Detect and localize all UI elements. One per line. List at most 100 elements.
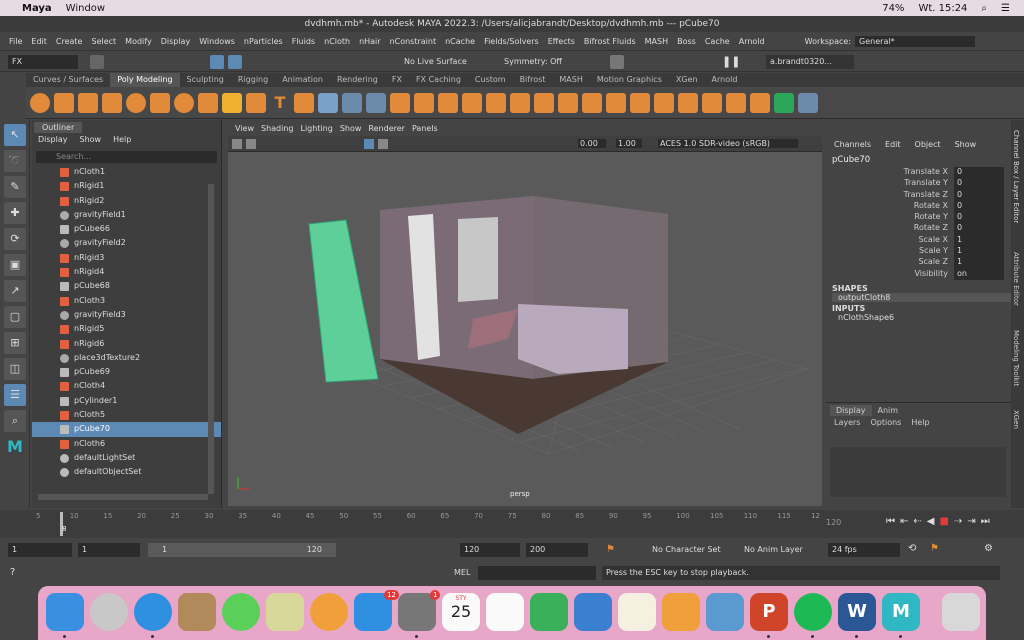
outliner-menu-display[interactable]: Display bbox=[38, 135, 68, 149]
stop-icon[interactable]: ■ bbox=[939, 516, 948, 527]
shelf-tab[interactable]: FX bbox=[385, 73, 409, 87]
fps-select[interactable]: 24 fps bbox=[828, 543, 900, 557]
menu-item[interactable]: Create bbox=[56, 37, 83, 46]
poly-cylinder-icon[interactable] bbox=[78, 92, 98, 113]
scene-render[interactable] bbox=[228, 124, 822, 506]
extract-icon[interactable] bbox=[654, 92, 674, 113]
select-tool-icon[interactable] bbox=[90, 55, 104, 69]
extrude-icon[interactable] bbox=[462, 92, 482, 113]
separate-icon[interactable] bbox=[414, 92, 434, 113]
poly-disc-icon[interactable] bbox=[174, 92, 194, 113]
channel-attribute[interactable]: Translate Z 0 bbox=[826, 189, 1011, 201]
tab-channel-box[interactable]: Channel Box / Layer Editor bbox=[1012, 130, 1020, 223]
shelf-tab[interactable]: Rigging bbox=[231, 73, 275, 87]
snap-icon[interactable] bbox=[228, 55, 242, 69]
mel-label[interactable]: MEL bbox=[454, 568, 470, 577]
outliner-tab[interactable]: Outliner bbox=[34, 122, 83, 133]
anim-end-field[interactable]: 200 bbox=[526, 543, 588, 557]
loop-icon[interactable]: ⟲ bbox=[908, 543, 916, 554]
shelf-tab[interactable]: Custom bbox=[468, 73, 513, 87]
clock[interactable]: Wt. 15:24 bbox=[918, 3, 967, 14]
outliner-menu-show[interactable]: Show bbox=[80, 135, 102, 149]
menu-item[interactable]: nCloth bbox=[324, 37, 350, 46]
layer-list[interactable] bbox=[830, 447, 1006, 497]
viewport-menu-shading[interactable]: Shading bbox=[261, 124, 294, 136]
layer-menu-help[interactable]: Help bbox=[911, 418, 929, 427]
prefs-icon[interactable]: ⚙ bbox=[984, 543, 993, 554]
app-menu[interactable]: Maya bbox=[22, 3, 52, 14]
layout-four-icon[interactable]: ⊞ bbox=[4, 332, 26, 354]
battery-status[interactable]: 74% bbox=[882, 3, 904, 14]
channel-attribute[interactable]: Rotate Y 0 bbox=[826, 212, 1011, 224]
command-input[interactable] bbox=[478, 566, 596, 580]
shelf-tab[interactable]: Bifrost bbox=[513, 73, 553, 87]
menu-item[interactable]: nParticles bbox=[244, 37, 283, 46]
outliner-item[interactable]: pCube70 bbox=[32, 422, 221, 437]
svg-icon[interactable] bbox=[294, 92, 314, 113]
shape-node[interactable]: outputCloth8 bbox=[832, 292, 1011, 302]
menu-item[interactable]: Windows bbox=[199, 37, 235, 46]
outliner-item[interactable]: nRigid2 bbox=[32, 194, 221, 208]
menu-item[interactable]: Fluids bbox=[292, 37, 315, 46]
channel-attr-value[interactable]: 0 bbox=[954, 167, 1004, 179]
preview-icon[interactable] bbox=[706, 593, 744, 631]
render-icon[interactable] bbox=[610, 55, 624, 69]
pause-icon[interactable]: ❚❚ bbox=[722, 55, 740, 69]
shelf-tab[interactable]: Sculpting bbox=[180, 73, 231, 87]
last-tool-icon[interactable]: ↗ bbox=[4, 280, 26, 302]
transform-icon[interactable] bbox=[342, 92, 362, 113]
menu-item[interactable]: Bifrost Fluids bbox=[584, 37, 636, 46]
poly-cube-icon[interactable] bbox=[54, 92, 74, 113]
outliner-item[interactable]: nRigid6 bbox=[32, 337, 221, 351]
multi-cut-icon[interactable] bbox=[558, 92, 578, 113]
maps-icon[interactable] bbox=[266, 593, 304, 631]
word-icon[interactable]: W bbox=[838, 593, 876, 631]
outliner-item[interactable]: nCloth1 bbox=[32, 165, 221, 179]
window-menu[interactable]: Window bbox=[66, 3, 105, 14]
step-back-icon[interactable]: ⇠ bbox=[913, 516, 921, 527]
shelf-tab[interactable]: Arnold bbox=[705, 73, 745, 87]
outliner-item[interactable]: nCloth5 bbox=[32, 408, 221, 422]
time-slider[interactable]: 5 10 15 20 25 30 35 40 45 50 55 60 65 70 75 80 85 90 95 100… bbox=[0, 510, 1024, 538]
outliner-item[interactable]: nRigid1 bbox=[32, 179, 221, 193]
snap-icon[interactable] bbox=[210, 55, 224, 69]
outliner-item[interactable]: pCylinder1 bbox=[32, 394, 221, 408]
mirror-icon[interactable] bbox=[366, 92, 386, 113]
live-surface-field[interactable]: No Live Surface bbox=[400, 55, 480, 69]
outliner-layout-icon[interactable]: ☰ bbox=[4, 384, 26, 406]
bevel-icon[interactable] bbox=[486, 92, 506, 113]
outliner-scrollbar[interactable] bbox=[208, 184, 214, 494]
menu-item[interactable]: Display bbox=[161, 37, 191, 46]
menu-item[interactable]: nCache bbox=[445, 37, 475, 46]
go-to-start-icon[interactable]: ⏮ bbox=[886, 516, 895, 527]
lasso-tool-icon[interactable]: ➰ bbox=[4, 150, 26, 172]
channel-attribute[interactable]: Rotate X 0 bbox=[826, 200, 1011, 213]
paint-select-icon[interactable]: ✎ bbox=[4, 176, 26, 198]
channel-attr-value[interactable]: 0 bbox=[954, 200, 1004, 213]
menu-item[interactable]: Boss bbox=[677, 37, 696, 46]
channel-menu-item[interactable]: Edit bbox=[885, 140, 901, 149]
layer-tab-anim[interactable]: Anim bbox=[872, 405, 905, 416]
maya-icon[interactable]: M bbox=[882, 593, 920, 631]
layer-menu-layers[interactable]: Layers bbox=[834, 418, 860, 427]
shaded-icon[interactable] bbox=[378, 138, 388, 149]
step-forward-icon[interactable]: ⇢ bbox=[954, 516, 962, 527]
mail-stamp-icon[interactable] bbox=[178, 593, 216, 631]
target-weld-icon[interactable] bbox=[582, 92, 602, 113]
layout-icon[interactable] bbox=[318, 92, 338, 113]
outliner-item[interactable]: place3dTexture2 bbox=[32, 351, 221, 365]
menu-item[interactable]: Modify bbox=[125, 37, 152, 46]
workspace-select[interactable]: General* bbox=[855, 35, 976, 47]
channel-menu-item[interactable]: Object bbox=[915, 140, 941, 149]
outliner-item[interactable]: pCube68 bbox=[32, 279, 221, 293]
channel-attr-value[interactable]: 0 bbox=[954, 223, 1004, 235]
spotify-icon[interactable] bbox=[794, 593, 832, 631]
range-bar[interactable]: 1 120 bbox=[148, 543, 336, 557]
keynote-icon[interactable] bbox=[574, 593, 612, 631]
channel-attribute[interactable]: Scale Y 1 bbox=[826, 246, 1011, 258]
safari-icon[interactable] bbox=[134, 593, 172, 631]
viewport-menu-panels[interactable]: Panels bbox=[412, 124, 438, 136]
character-set-select[interactable]: No Character Set bbox=[648, 543, 732, 557]
edge-loop-icon[interactable] bbox=[606, 92, 626, 113]
calendar-icon[interactable]: STY 25 bbox=[442, 593, 480, 631]
